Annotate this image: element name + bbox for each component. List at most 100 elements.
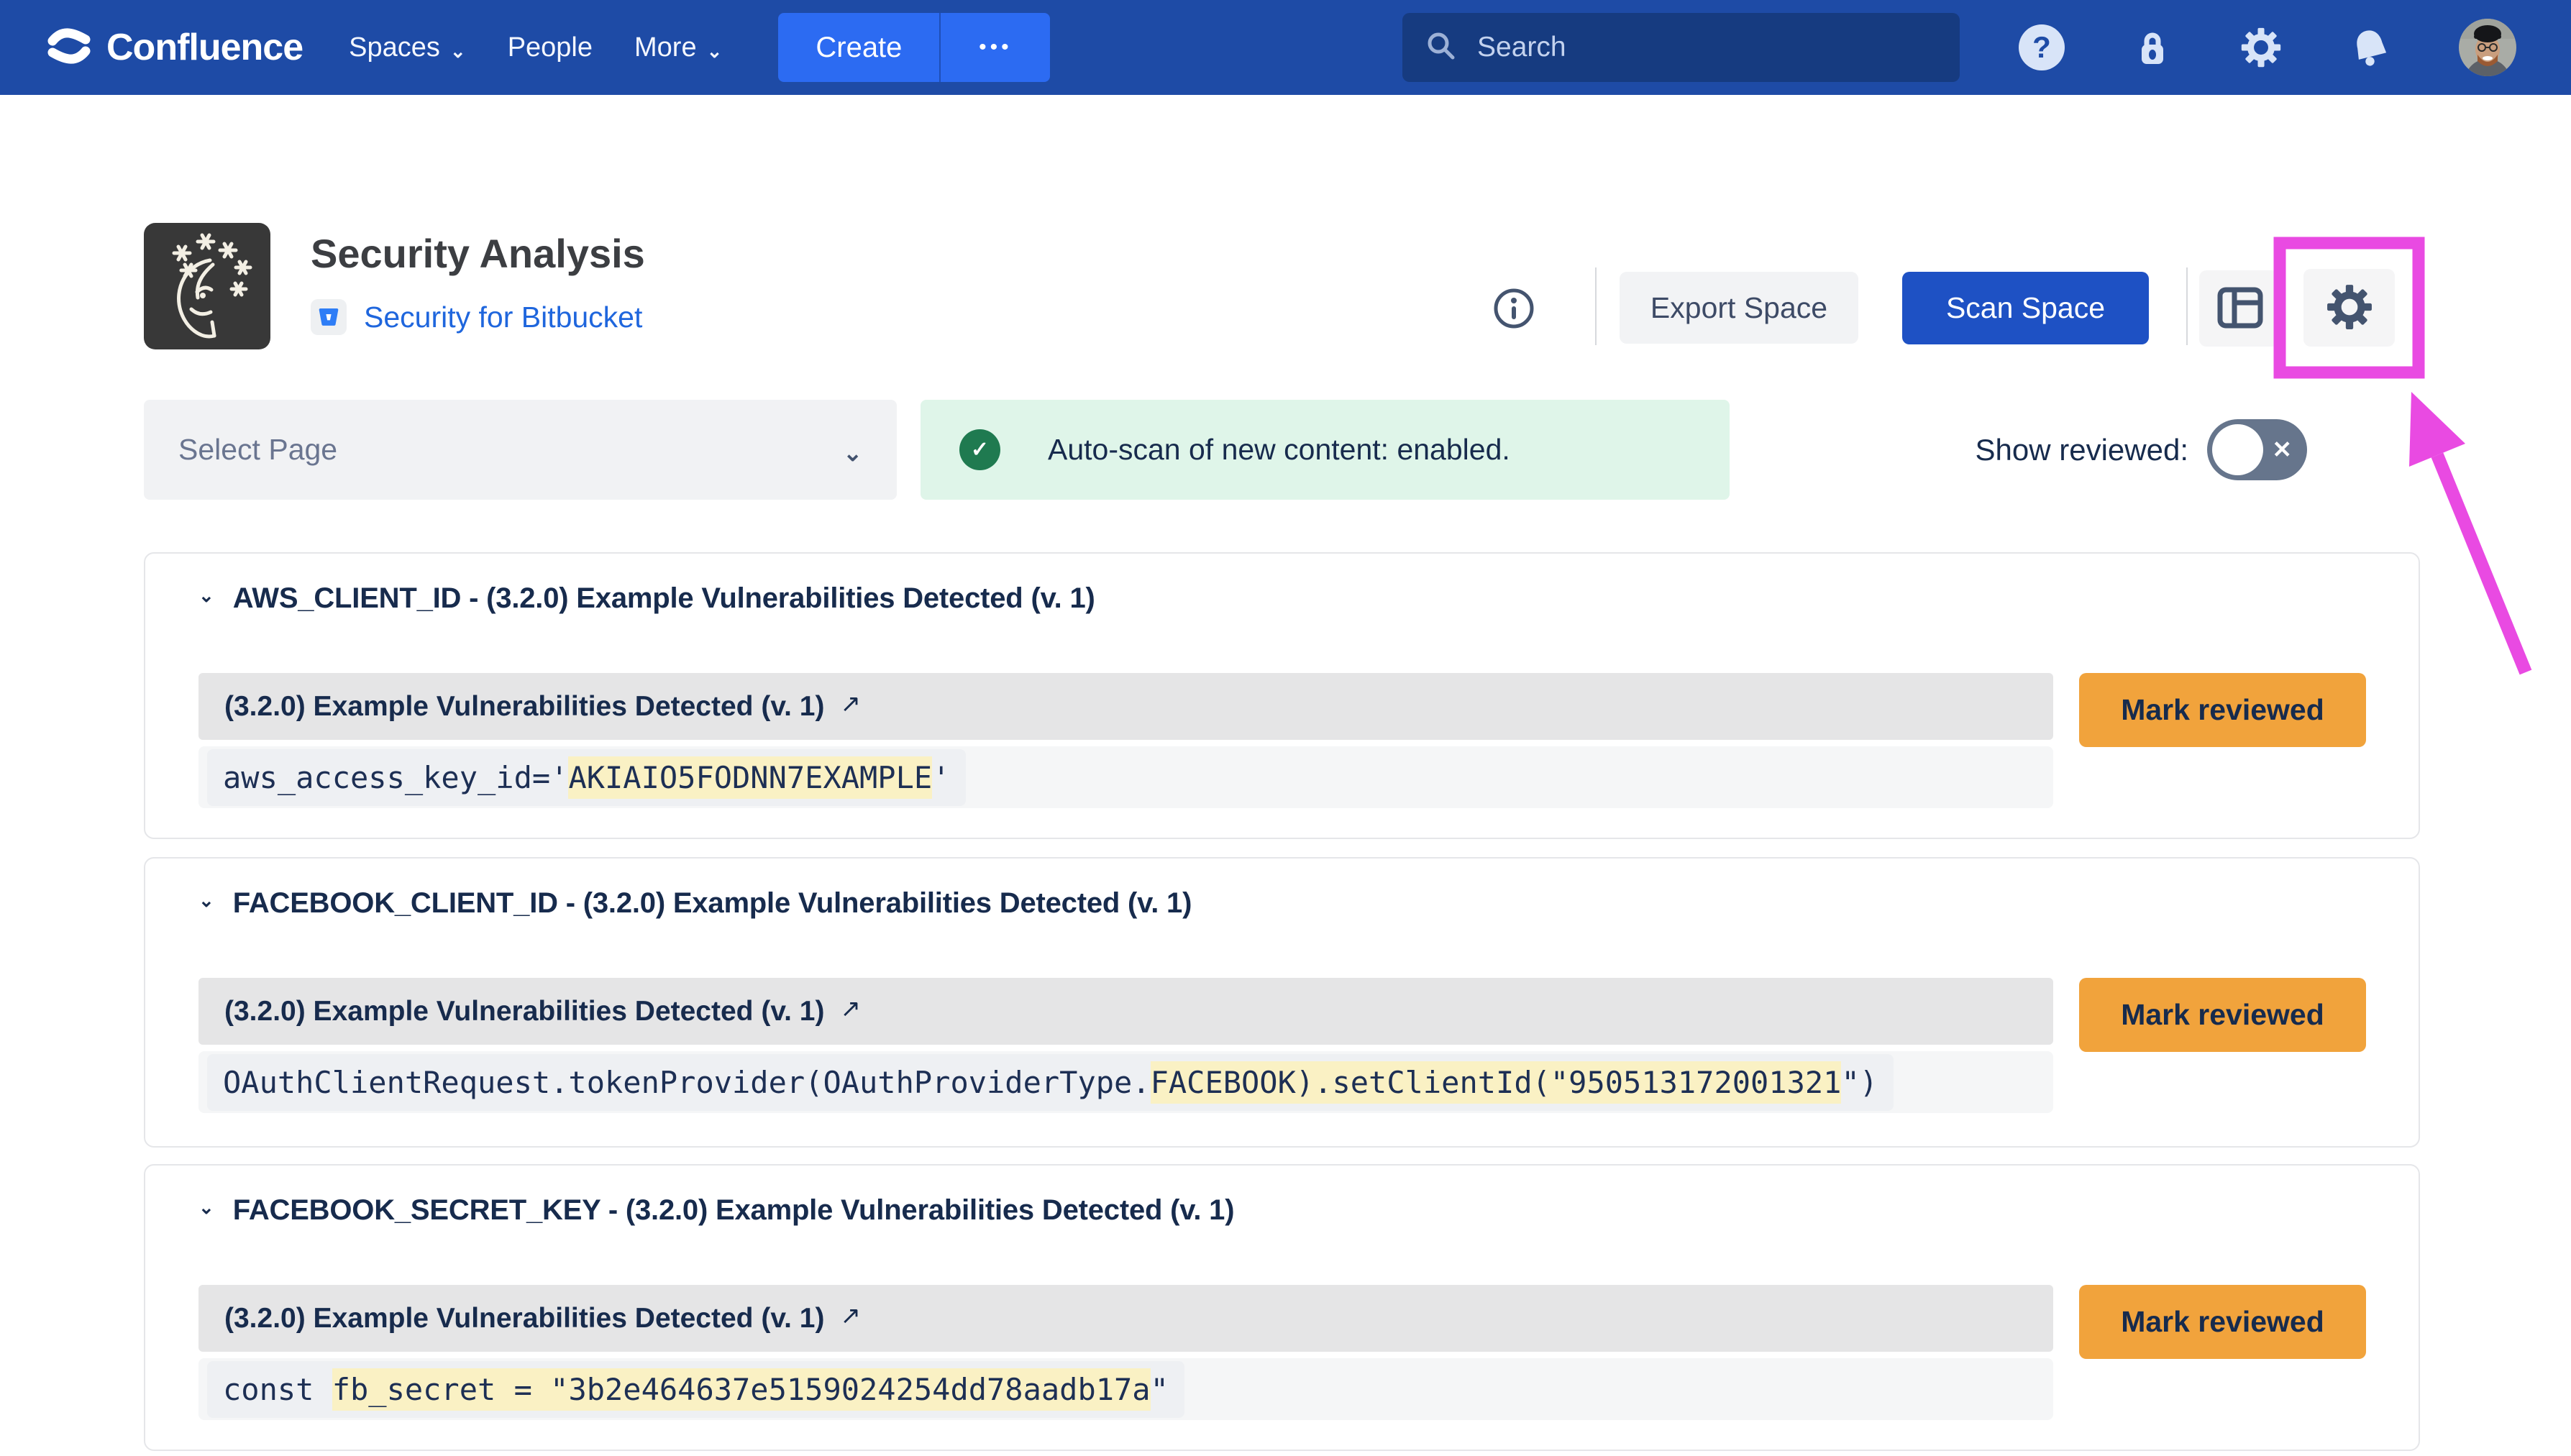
nav-item-spaces[interactable]: Spaces ⌄ (349, 32, 466, 63)
finding-source-label: (3.2.0) Example Vulnerabilities Detected… (224, 1303, 824, 1334)
close-icon: ✕ (2272, 435, 2292, 463)
create-button[interactable]: Create (778, 13, 939, 82)
code-line: OAuthClientRequest.tokenProvider(OAuthPr… (207, 1054, 1894, 1111)
code-line: const fb_secret = "3b2e464637e5159024254… (207, 1361, 1184, 1418)
nav-item-more[interactable]: More ⌄ (634, 32, 722, 63)
code-suffix: ") (1841, 1065, 1878, 1100)
code-prefix: aws_access_key_id=' (223, 760, 568, 795)
finding-title-row: ⌄ FACEBOOK_SECRET_KEY - (3.2.0) Example … (198, 1191, 2366, 1229)
space-settings-button[interactable] (2303, 269, 2395, 347)
layout-icon (2217, 287, 2263, 331)
nav-item-label: Spaces (349, 32, 440, 63)
toggle-knob (2212, 424, 2263, 475)
space-home-link[interactable]: Security for Bitbucket (364, 301, 642, 334)
finding-row: (3.2.0) Example Vulnerabilities Detected… (198, 673, 2366, 808)
help-icon[interactable]: ? (2019, 24, 2065, 70)
finding-row: (3.2.0) Example Vulnerabilities Detected… (198, 978, 2366, 1113)
confluence-logo-icon (46, 23, 92, 73)
collapse-chevron-icon[interactable]: ⌄ (198, 1196, 214, 1219)
export-space-button[interactable]: Export Space (1620, 272, 1858, 344)
question-glyph: ? (2032, 30, 2051, 65)
user-avatar[interactable] (2459, 19, 2516, 76)
space-avatar[interactable] (144, 223, 270, 349)
show-reviewed-toggle[interactable]: ✕ (2207, 419, 2307, 480)
external-link-icon: ↗ (840, 994, 861, 1023)
nav-icon-cluster: ? (2019, 19, 2516, 76)
finding-card: ⌄ FACEBOOK_SECRET_KEY - (3.2.0) Example … (144, 1164, 2420, 1451)
code-suffix: ' (932, 760, 950, 795)
check-glyph: ✓ (971, 437, 989, 462)
external-link-icon: ↗ (840, 690, 861, 718)
finding-card: ⌄ FACEBOOK_CLIENT_ID - (3.2.0) Example V… (144, 857, 2420, 1148)
chevron-down-icon: ⌄ (843, 439, 862, 467)
secret-highlight: AKIAIO5FODNN7EXAMPLE (568, 756, 932, 799)
header-divider (2186, 267, 2188, 345)
code-prefix: const (223, 1372, 332, 1407)
code-snippet: const fb_secret = "3b2e464637e5159024254… (198, 1358, 2053, 1420)
show-reviewed-label: Show reviewed: (1976, 433, 2188, 467)
search-placeholder: Search (1477, 32, 1566, 63)
search-input[interactable]: Search (1402, 13, 1960, 82)
gear-icon[interactable] (2240, 27, 2282, 68)
autoscan-message: Auto-scan of new content: enabled. (1048, 433, 1510, 467)
finding-title-row: ⌄ FACEBOOK_CLIENT_ID - (3.2.0) Example V… (198, 884, 2366, 922)
select-page-label: Select Page (178, 433, 337, 467)
collapse-chevron-icon[interactable]: ⌄ (198, 585, 214, 607)
search-icon (1425, 30, 1457, 65)
secret-highlight: FACEBOOK).setClientId("950513172001321 (1151, 1061, 1842, 1104)
annotation-arrow-head (2409, 392, 2465, 467)
finding-source-link[interactable]: (3.2.0) Example Vulnerabilities Detected… (198, 1285, 2053, 1352)
brand-name: Confluence (106, 26, 303, 69)
nav-item-people[interactable]: People (508, 32, 593, 63)
notifications-bell-icon[interactable] (2349, 27, 2391, 68)
create-more-button[interactable]: ••• (939, 13, 1050, 82)
chevron-down-icon: ⌄ (707, 40, 723, 63)
nav-item-label: More (634, 32, 697, 63)
scan-space-button[interactable]: Scan Space (1902, 272, 2149, 344)
code-suffix: " (1151, 1372, 1169, 1407)
finding-row: (3.2.0) Example Vulnerabilities Detected… (198, 1285, 2366, 1420)
external-link-icon: ↗ (840, 1301, 861, 1330)
header-divider (1595, 267, 1597, 345)
finding-main: (3.2.0) Example Vulnerabilities Detected… (198, 1285, 2053, 1420)
mark-reviewed-button[interactable]: Mark reviewed (2079, 673, 2366, 747)
page-title: Security Analysis (311, 230, 645, 277)
check-circle-icon: ✓ (959, 429, 1000, 470)
finding-source-link[interactable]: (3.2.0) Example Vulnerabilities Detected… (198, 978, 2053, 1045)
create-button-group: Create ••• (778, 13, 1050, 82)
code-snippet: aws_access_key_id='AKIAIO5FODNN7EXAMPLE' (198, 746, 2053, 808)
gear-icon (2326, 283, 2373, 333)
select-page-dropdown[interactable]: Select Page ⌄ (144, 400, 897, 500)
code-snippet: OAuthClientRequest.tokenProvider(OAuthPr… (198, 1051, 2053, 1113)
space-subtitle: Security for Bitbucket (311, 293, 642, 341)
show-reviewed-control: Show reviewed: ✕ (1976, 400, 2307, 500)
confluence-page: Confluence Spaces ⌄ People More ⌄ Create… (0, 0, 2571, 1456)
finding-title: FACEBOOK_SECRET_KEY - (3.2.0) Example Vu… (233, 1194, 1235, 1227)
lock-icon[interactable] (2132, 27, 2173, 68)
sidebar-layout-button[interactable] (2199, 270, 2281, 347)
bitbucket-icon (311, 299, 347, 335)
finding-source-link[interactable]: (3.2.0) Example Vulnerabilities Detected… (198, 673, 2053, 740)
nav-links: Spaces ⌄ People More ⌄ (349, 32, 722, 63)
mark-reviewed-button[interactable]: Mark reviewed (2079, 978, 2366, 1052)
mark-reviewed-button[interactable]: Mark reviewed (2079, 1285, 2366, 1359)
finding-main: (3.2.0) Example Vulnerabilities Detected… (198, 978, 2053, 1113)
code-prefix: OAuthClientRequest.tokenProvider(OAuthPr… (223, 1065, 1151, 1100)
finding-card: ⌄ AWS_CLIENT_ID - (3.2.0) Example Vulner… (144, 552, 2420, 839)
code-line: aws_access_key_id='AKIAIO5FODNN7EXAMPLE' (207, 749, 966, 806)
info-icon[interactable] (1493, 288, 1535, 329)
finding-source-label: (3.2.0) Example Vulnerabilities Detected… (224, 691, 824, 723)
finding-source-label: (3.2.0) Example Vulnerabilities Detected… (224, 996, 824, 1027)
top-navigation: Confluence Spaces ⌄ People More ⌄ Create… (0, 0, 2571, 95)
finding-title: FACEBOOK_CLIENT_ID - (3.2.0) Example Vul… (233, 887, 1192, 920)
nav-item-label: People (508, 32, 593, 63)
finding-title-row: ⌄ AWS_CLIENT_ID - (3.2.0) Example Vulner… (198, 580, 2366, 617)
confluence-home-link[interactable]: Confluence (46, 23, 303, 73)
finding-title: AWS_CLIENT_ID - (3.2.0) Example Vulnerab… (233, 582, 1095, 615)
secret-highlight: fb_secret = "3b2e464637e5159024254dd78aa… (332, 1368, 1151, 1411)
autoscan-banner: ✓ Auto-scan of new content: enabled. (921, 400, 1730, 500)
finding-main: (3.2.0) Example Vulnerabilities Detected… (198, 673, 2053, 808)
annotation-arrow-shaft (2437, 455, 2526, 672)
chevron-down-icon: ⌄ (450, 40, 466, 63)
collapse-chevron-icon[interactable]: ⌄ (198, 889, 214, 912)
